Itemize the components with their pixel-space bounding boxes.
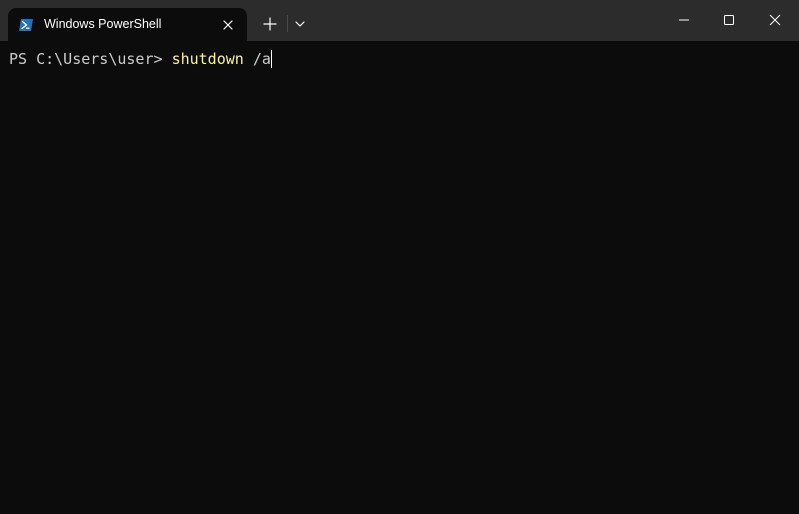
tab-windows-powershell[interactable]: Windows PowerShell (8, 8, 247, 41)
plus-icon[interactable] (260, 14, 280, 34)
tab-title: Windows PowerShell (44, 17, 162, 31)
command-line[interactable]: PS C:\Users\user> shutdown /a (9, 50, 272, 68)
command-text: shutdown (171, 50, 244, 68)
close-icon (769, 14, 781, 26)
minimize-icon (679, 19, 689, 21)
title-bar[interactable]: Windows PowerShell (0, 0, 799, 41)
prompt-text: PS C:\Users\user> (9, 50, 172, 68)
toolbar-divider (287, 15, 288, 32)
maximize-button[interactable] (706, 0, 752, 41)
chevron-down-icon[interactable] (291, 14, 309, 34)
powershell-icon (18, 17, 34, 33)
tab-close-icon[interactable] (220, 17, 236, 33)
text-cursor (270, 50, 272, 68)
argument-text: /a (243, 50, 271, 68)
terminal-content[interactable]: PS C:\Users\user> shutdown /a (0, 41, 799, 514)
close-button[interactable] (752, 0, 798, 41)
terminal-window: Windows PowerShell PS C:\Users\user> shu… (0, 0, 799, 514)
maximize-icon (724, 15, 734, 25)
minimize-button[interactable] (661, 0, 707, 41)
